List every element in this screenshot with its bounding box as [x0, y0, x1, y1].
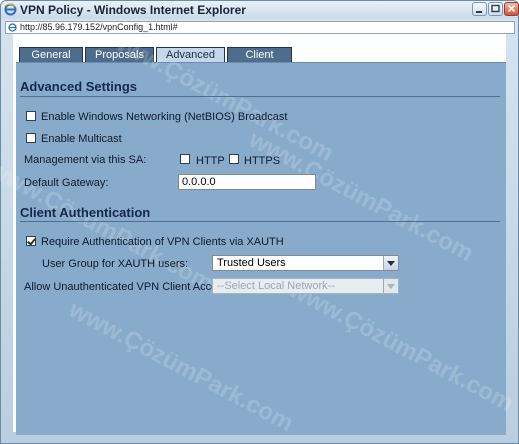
close-button[interactable] — [504, 2, 519, 16]
address-bar[interactable]: http://85.96.179.152/vpnConfig_1.html# — [5, 21, 515, 34]
tab-proposals[interactable]: Proposals — [85, 47, 154, 62]
chevron-down-icon — [383, 256, 398, 270]
maximize-button[interactable] — [488, 2, 503, 16]
unauthenticated-access-value: --Select Local Network-- — [217, 280, 335, 292]
default-gateway-input[interactable]: 0.0.0.0 — [178, 174, 316, 190]
netbios-label: Enable Windows Networking (NetBIOS) Broa… — [41, 111, 288, 123]
http-checkbox[interactable] — [180, 154, 190, 164]
tab-advanced[interactable]: Advanced — [156, 47, 225, 63]
advanced-panel: www.ÇözümPark.com www.ÇözümPark.com www.… — [0, 26, 518, 438]
title-bar: VPN Policy - Windows Internet Explorer — [1, 1, 519, 19]
tab-general[interactable]: General — [19, 47, 83, 62]
chevron-down-icon — [383, 279, 398, 293]
internet-explorer-icon — [4, 3, 17, 16]
close-icon — [507, 4, 516, 13]
multicast-label: Enable Multicast — [41, 133, 122, 145]
http-label: HTTP — [196, 155, 225, 167]
client-authentication-heading: Client Authentication — [20, 205, 151, 220]
user-group-value: Trusted Users — [217, 257, 286, 269]
https-checkbox[interactable] — [229, 154, 239, 164]
user-group-select[interactable]: Trusted Users — [212, 255, 399, 271]
advanced-settings-heading: Advanced Settings — [20, 79, 138, 94]
multicast-checkbox[interactable] — [26, 133, 36, 143]
require-xauth-label: Require Authentication of VPN Clients vi… — [41, 236, 284, 248]
window-title: VPN Policy - Windows Internet Explorer — [20, 3, 246, 17]
default-gateway-label: Default Gateway: — [24, 177, 109, 189]
https-label: HTTPS — [244, 155, 281, 167]
minimize-button[interactable] — [472, 2, 487, 16]
require-xauth-checkbox[interactable] — [26, 236, 36, 246]
page-icon — [8, 23, 17, 32]
user-group-label: User Group for XAUTH users: — [42, 258, 189, 270]
unauthenticated-access-label: Allow Unauthenticated VPN Client Access: — [24, 281, 232, 293]
watermark: www.ÇözümPark.com — [284, 275, 518, 418]
watermark: www.ÇözümPark.com — [64, 295, 298, 438]
unauthenticated-access-select[interactable]: --Select Local Network-- — [212, 278, 399, 294]
minimize-icon — [476, 11, 482, 13]
section-divider — [20, 221, 500, 222]
address-url: http://85.96.179.152/vpnConfig_1.html# — [20, 22, 178, 32]
section-divider — [20, 96, 500, 97]
management-label: Management via this SA: — [24, 154, 147, 166]
netbios-checkbox[interactable] — [26, 111, 36, 121]
maximize-icon — [491, 4, 500, 13]
tab-client[interactable]: Client — [227, 47, 292, 62]
tab-bar: General Proposals Advanced Client — [16, 47, 506, 63]
